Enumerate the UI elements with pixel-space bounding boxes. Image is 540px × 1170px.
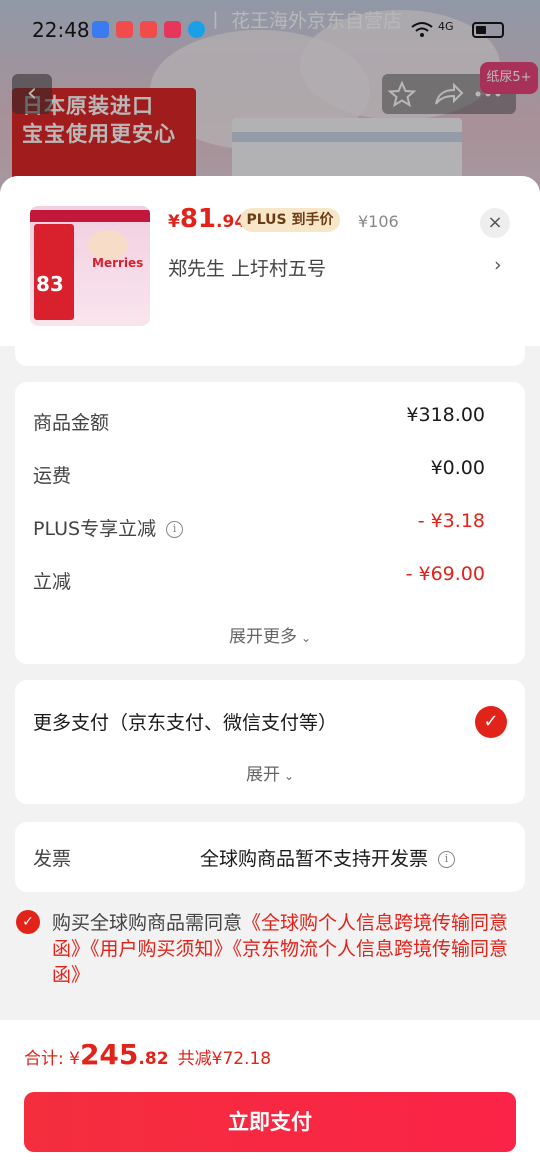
battery-icon [472,22,504,38]
price-currency: ¥ [168,212,180,232]
chevron-right-icon[interactable]: › [494,254,502,276]
close-icon[interactable]: × [480,208,510,238]
fee-label-text: PLUS专享立减 [33,518,157,540]
fee-label: 运费 [33,465,72,487]
notification-icon [140,21,157,38]
fee-row: 运费 ¥0.00 [33,457,485,491]
fee-row: PLUS专享立减 i - ¥3.18 [33,510,485,544]
thumbnail-price-badge: 83 [36,272,64,296]
notification-icon [164,21,181,38]
status-time: 22:48 [32,18,90,42]
payment-method-card: 更多支付（京东支付、微信支付等） ✓ 展开 ⌄ [15,680,525,804]
fee-value: - ¥69.00 [405,563,485,585]
payment-selected-check-icon[interactable]: ✓ [475,706,507,738]
price-integer: 81 [179,204,217,234]
fee-label: PLUS专享立减 i [33,514,184,541]
agreement-text: 购买全球购商品需同意《全球购个人信息跨境传输同意函》《用户购买须知》《京东物流个… [52,910,512,988]
pay-now-button[interactable]: 立即支付 [24,1092,516,1152]
status-bar: 22:48 4G [0,0,540,60]
invoice-value-text: 全球购商品暂不支持开发票 [200,848,429,870]
fee-label: 立减 [33,571,72,593]
agreement-link-purchase-notice[interactable]: 《用户购买须知》 [90,938,233,960]
thumbnail-brand: Merries [92,256,144,270]
product-header: 83 Merries ¥81.94 PLUS 到手价 ¥106 × 郑先生 上圩… [0,176,540,346]
fee-value: - ¥3.18 [417,510,485,532]
invoice-label: 发票 [33,848,72,870]
expand-label: 展开 [245,765,280,785]
wifi-icon [411,22,433,37]
network-type: 4G [438,20,454,33]
agreement-check-icon[interactable]: ✓ [16,910,40,934]
shipping-address[interactable]: 郑先生 上圩村五号 [168,254,326,281]
total-decimal: .82 [138,1049,169,1069]
info-icon[interactable]: i [166,521,184,538]
chevron-down-icon: ⌄ [300,631,312,645]
plus-price-badge: PLUS 到手价 [240,208,340,232]
info-icon[interactable]: i [438,851,456,868]
fee-label: 商品金额 [33,412,110,434]
notification-icon [92,21,109,38]
product-thumbnail: 83 Merries [30,206,150,326]
agreement-prefix: 购买全球购商品需同意 [52,912,243,934]
total-integer: 245 [79,1038,139,1071]
invoice-card: 发票 全球购商品暂不支持开发票 i [15,822,525,892]
chevron-down-icon: ⌄ [283,769,295,783]
expand-payment-button[interactable]: 展开 ⌄ [15,760,525,785]
notification-icon [116,21,133,38]
fee-row: 商品金额 ¥318.00 [33,404,485,438]
fee-value: ¥318.00 [406,404,485,426]
collapsed-card [15,342,525,366]
payment-method-label[interactable]: 更多支付（京东支付、微信支付等） [33,708,337,735]
total-label: 合计: ¥ [24,1049,80,1069]
notification-icon [188,21,205,38]
expand-more-label: 展开更多 [228,627,297,647]
order-total: 合计: ¥245.82 共减¥72.18 [24,1038,271,1071]
plus-price: ¥81.94 [168,204,246,234]
fee-details-card: 商品金额 ¥318.00 运费 ¥0.00 PLUS专享立减 i - ¥3.18 … [15,382,525,664]
checkout-bar: 合计: ¥245.82 共减¥72.18 立即支付 [0,1020,540,1170]
invoice-value: 全球购商品暂不支持开发票 i [200,844,456,871]
thumbnail-top-bar [30,210,150,222]
fee-row: 立减 - ¥69.00 [33,563,485,597]
fee-value: ¥0.00 [430,457,485,479]
expand-more-button[interactable]: 展开更多 ⌄ [15,622,525,647]
original-price: ¥106 [358,212,399,231]
total-saved: 共减¥72.18 [177,1049,272,1069]
